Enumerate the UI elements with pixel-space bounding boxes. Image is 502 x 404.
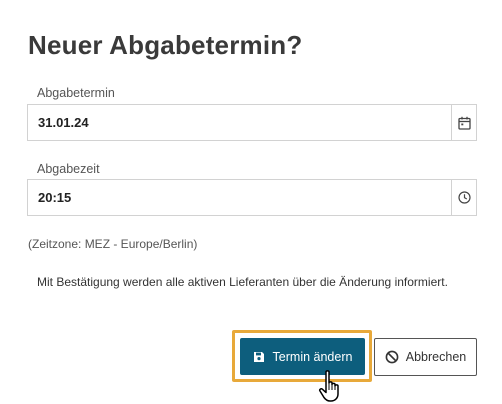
timezone-note: (Zeitzone: MEZ - Europe/Berlin) [28, 237, 198, 251]
calendar-icon [457, 116, 471, 130]
date-field-label: Abgabetermin [37, 86, 115, 100]
date-field[interactable]: 31.01.24 [27, 104, 477, 141]
time-field[interactable]: 20:15 [27, 179, 477, 216]
time-picker-button[interactable] [451, 180, 476, 215]
save-icon [253, 351, 264, 362]
change-deadline-dialog: Neuer Abgabetermin? Abgabetermin 31.01.2… [0, 0, 502, 404]
time-field-label: Abgabezeit [37, 162, 100, 176]
cancel-button[interactable]: Abbrechen [374, 338, 477, 376]
date-field-value[interactable]: 31.01.24 [28, 115, 451, 130]
hand-cursor-icon [319, 370, 339, 402]
dialog-title: Neuer Abgabetermin? [28, 30, 303, 60]
cancel-button-label: Abbrechen [405, 350, 467, 364]
time-field-value[interactable]: 20:15 [28, 190, 451, 205]
info-text: Mit Bestätigung werden alle aktiven Lief… [37, 275, 448, 289]
change-deadline-button-label: Termin ändern [272, 349, 353, 364]
date-picker-button[interactable] [451, 105, 476, 140]
clock-icon [457, 191, 471, 204]
cancel-icon [385, 350, 399, 364]
